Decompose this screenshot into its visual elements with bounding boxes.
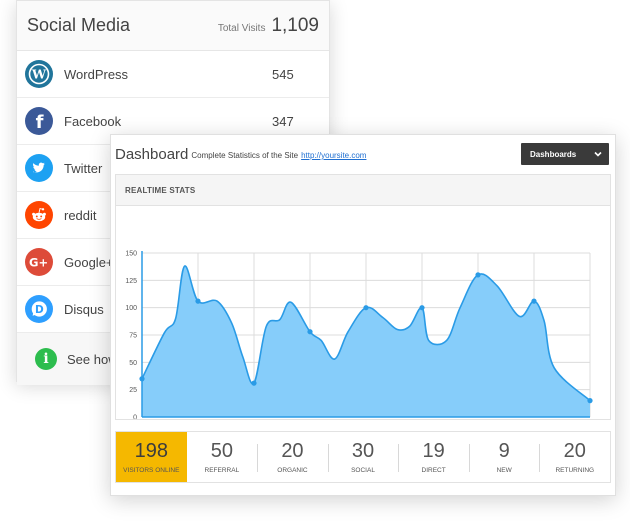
- svg-text:W: W: [31, 66, 47, 81]
- total-visits: Total Visits 1,109: [218, 15, 319, 37]
- metric-visitors-online[interactable]: 198 VISITORS ONLINE: [116, 432, 187, 482]
- metric-label: SOCIAL: [351, 467, 375, 474]
- metric-returning[interactable]: 20 RETURNING: [539, 432, 610, 482]
- data-point: [195, 298, 201, 304]
- data-point: [363, 305, 369, 311]
- metrics-bar: 198 VISITORS ONLINE 50 REFERRAL 20 ORGAN…: [115, 431, 611, 483]
- social-name: Facebook: [64, 113, 122, 129]
- data-point: [251, 380, 257, 386]
- metric-value: 9: [498, 440, 510, 462]
- metric-direct[interactable]: 19 DIRECT: [398, 432, 469, 482]
- svg-text:f: f: [36, 112, 44, 133]
- disqus-icon: D: [25, 295, 53, 323]
- dashboard-title: Dashboard: [115, 145, 189, 163]
- dashboards-dropdown-label: Dashboards: [530, 149, 577, 159]
- metric-organic[interactable]: 20 ORGANIC: [257, 432, 328, 482]
- site-link[interactable]: http://yoursite.com: [301, 151, 366, 160]
- social-count: 347: [272, 113, 294, 129]
- realtime-stats-title: REALTIME STATS: [125, 185, 196, 195]
- dashboard-subtitle: Complete Statistics of the Site: [191, 151, 299, 160]
- facebook-icon: f: [25, 107, 53, 135]
- svg-text:D: D: [35, 304, 44, 316]
- data-point: [587, 398, 593, 404]
- dashboard-card: Dashboard Complete Statistics of the Sit…: [110, 134, 616, 496]
- data-point: [531, 298, 537, 304]
- y-tick-label: 125: [125, 278, 137, 285]
- total-visits-value: 1,109: [271, 14, 319, 36]
- metric-value: 20: [563, 440, 586, 462]
- y-tick-label: 100: [125, 305, 137, 312]
- metric-label: VISITORS ONLINE: [123, 467, 180, 474]
- metric-label: NEW: [496, 467, 512, 474]
- info-icon: i: [35, 348, 57, 370]
- data-point: [419, 305, 425, 311]
- metric-label: ORGANIC: [277, 467, 308, 474]
- dashboards-dropdown[interactable]: Dashboards: [521, 143, 609, 165]
- wordpress-icon: W: [25, 60, 53, 88]
- y-tick-label: 25: [129, 387, 137, 394]
- data-point: [139, 376, 145, 382]
- metric-value: 198: [134, 440, 168, 462]
- y-tick-label: 0: [133, 415, 137, 420]
- metric-label: DIRECT: [421, 467, 446, 474]
- svg-text:G+: G+: [29, 255, 48, 269]
- metric-referral[interactable]: 50 REFERRAL: [187, 432, 258, 482]
- chevron-down-icon: [594, 151, 602, 157]
- realtime-area-chart: 0255075100125150 40 Sec35 Sec30 Sec25 Se…: [125, 251, 593, 420]
- y-tick-label: 150: [125, 251, 137, 258]
- social-count: 545: [272, 66, 294, 82]
- metric-new[interactable]: 9 NEW: [468, 432, 540, 482]
- metric-value: 30: [351, 440, 375, 462]
- reddit-icon: [25, 201, 53, 229]
- metric-social[interactable]: 30 SOCIAL: [327, 432, 399, 482]
- social-media-title: Social Media: [27, 15, 131, 35]
- social-name: WordPress: [64, 66, 129, 82]
- metric-label: REFERRAL: [204, 467, 240, 474]
- google-plus-icon: G+: [25, 248, 53, 276]
- social-media-header: Social Media Total Visits 1,109: [17, 1, 329, 51]
- social-row-wordpress[interactable]: W WordPress 545: [17, 51, 329, 98]
- metric-label: RETURNING: [555, 467, 595, 474]
- metric-value: 20: [281, 440, 304, 462]
- realtime-stats-header: REALTIME STATS: [116, 175, 610, 206]
- metric-value: 19: [422, 440, 445, 462]
- y-axis-labels: 0 25 50 75 100 125 150: [125, 251, 137, 420]
- metric-value: 50: [210, 440, 233, 462]
- total-visits-label: Total Visits: [217, 22, 266, 34]
- realtime-stats-panel: REALTIME STATS 0255075100125150 40 Sec35…: [115, 174, 611, 420]
- y-tick-label: 75: [129, 333, 137, 340]
- y-tick-label: 50: [129, 360, 137, 367]
- data-point: [307, 329, 313, 335]
- data-point: [475, 272, 481, 278]
- twitter-icon: [25, 154, 53, 182]
